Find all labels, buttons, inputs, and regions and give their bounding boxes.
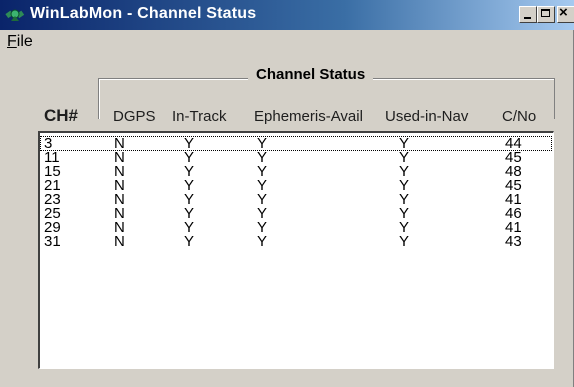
cell-c-no: 43	[505, 233, 522, 250]
column-header-in-track: In-Track	[172, 108, 227, 125]
maximize-button[interactable]	[537, 6, 555, 23]
column-header-dgps: DGPS	[113, 108, 156, 125]
group-title: Channel Status	[248, 66, 374, 83]
menu-file[interactable]: File	[5, 33, 35, 51]
close-button[interactable]: ×	[557, 4, 574, 23]
title-bar[interactable]: WinLabMon - Channel Status ×	[0, 0, 574, 30]
cell-ephemeris-avail: Y	[257, 233, 268, 250]
cell-dgps: N	[114, 233, 125, 250]
channel-list[interactable]: 3 N Y Y Y 44 11 N Y Y Y 45 15 N Y Y Y 48 21 N Y Y Y 45 23 N Y Y Y 41 2…	[38, 131, 554, 369]
cell-used-in-nav: Y	[399, 233, 410, 250]
cell-ch: 31	[44, 233, 61, 250]
cell-in-track: Y	[184, 233, 195, 250]
column-header-c-no: C/No	[502, 108, 537, 125]
column-header-used-in-nav: Used-in-Nav	[385, 108, 469, 125]
column-header-ephemeris-avail: Ephemeris-Avail	[254, 108, 363, 125]
satellite-app-icon[interactable]	[4, 4, 26, 26]
close-icon: ×	[559, 4, 568, 21]
minimize-button[interactable]	[519, 6, 537, 23]
list-row[interactable]: 31 N Y Y Y 43	[40, 234, 552, 249]
column-header-ch: CH#	[44, 106, 79, 125]
app-window: WinLabMon - Channel Status × File Channe…	[0, 0, 574, 387]
window-title: WinLabMon - Channel Status	[30, 5, 257, 22]
menu-file-rest: ile	[16, 33, 33, 50]
menu-bar: File	[0, 31, 574, 53]
menu-file-mnemonic: F	[7, 33, 17, 50]
